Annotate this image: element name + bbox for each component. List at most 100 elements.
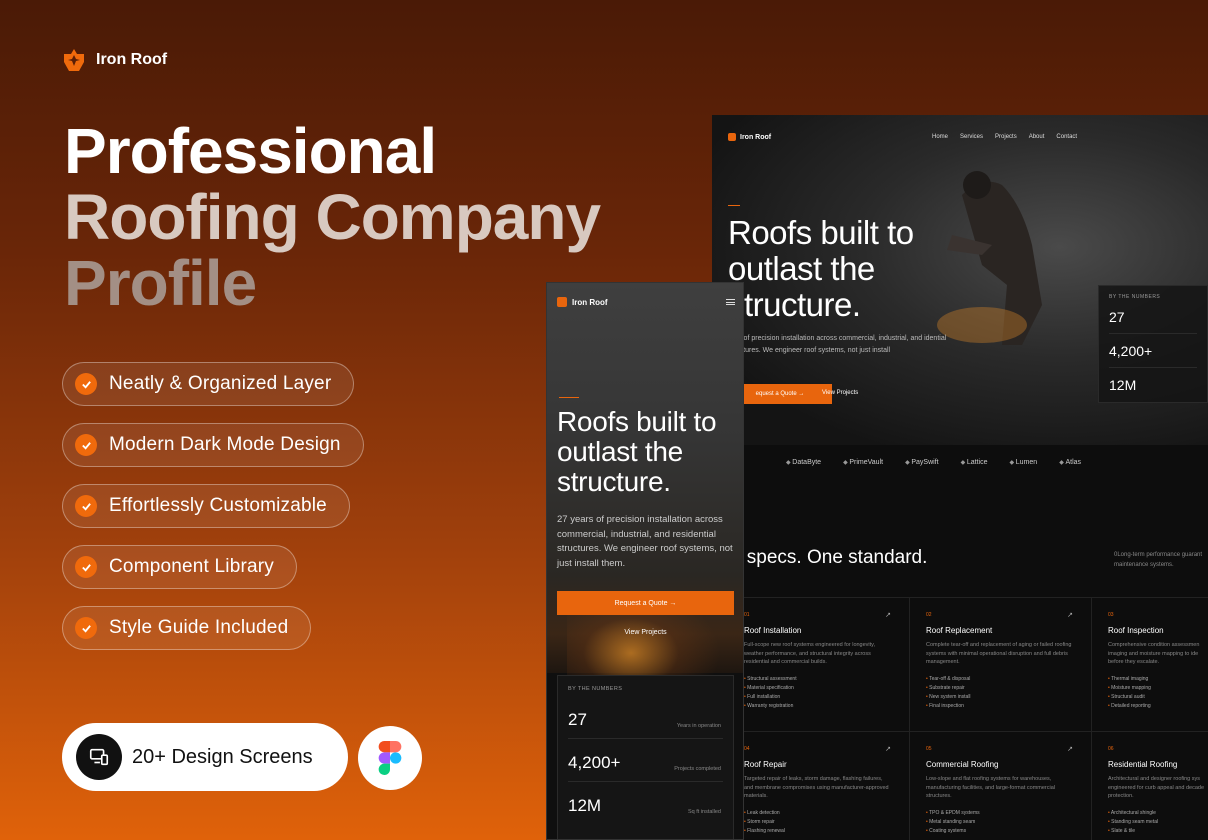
card-title: Roof Installation <box>744 626 802 635</box>
view-projects-link[interactable]: View Projects <box>822 390 858 396</box>
hamburger-menu-icon[interactable] <box>726 299 735 305</box>
card-desc: Full-scope new roof systems engineered f… <box>744 642 876 665</box>
card-list-item: Final inspection <box>926 702 1075 711</box>
check-icon <box>75 617 97 639</box>
card-list-item: Structural assessment <box>744 675 893 684</box>
service-card[interactable]: 02 ↗ Roof Replacement Complete tear-off … <box>910 598 1092 732</box>
desktop-headline: Roofs built to outlast the structure. <box>728 215 914 323</box>
card-desc: Comprehensive condition assessmen imagin… <box>1108 642 1200 665</box>
stat-row: 27 Years in operation <box>568 696 723 739</box>
card-list-item: Tear-off & disposal <box>926 675 1075 684</box>
desktop-nav-links: Home Services Projects About Contact <box>932 134 1077 140</box>
feature-label: Neatly & Organized Layer <box>109 373 332 394</box>
card-list: Structural assessment Material specifica… <box>744 675 893 711</box>
card-list-item: Storm repair <box>744 818 893 827</box>
card-list-item: Structural audit <box>1108 693 1208 702</box>
card-desc: Architectural and designer roofing sys e… <box>1108 776 1205 799</box>
check-icon <box>75 495 97 517</box>
card-list-item: Substrate repair <box>926 684 1075 693</box>
arrow-up-right-icon: ↗ <box>1067 746 1073 753</box>
desktop-stats-panel: BY THE NUMBERS 27 4,200+ 12M <box>1098 285 1208 403</box>
card-list: Tear-off & disposal Substrate repair New… <box>926 675 1075 711</box>
desktop-nav: Iron Roof Home Services Projects About C… <box>728 127 1208 147</box>
devices-icon <box>76 734 122 780</box>
check-icon <box>75 373 97 395</box>
card-list-item: New system install <box>926 693 1075 702</box>
stat-label: Projects completed <box>674 766 721 772</box>
desktop-eyebrow <box>728 197 838 207</box>
mobile-logo[interactable]: Iron Roof <box>557 297 608 307</box>
feature-pill: Neatly & Organized Layer <box>62 362 355 406</box>
nav-services[interactable]: Services <box>960 134 983 140</box>
card-list-item: Thermal imaging <box>1108 675 1208 684</box>
card-list: Thermal imaging Moisture mapping Structu… <box>1108 675 1208 711</box>
mobile-eyebrow <box>559 389 699 399</box>
card-number: 04 <box>744 746 750 752</box>
card-desc: Low-slope and flat roofing systems for w… <box>926 776 1055 799</box>
stat-value: 27 <box>568 710 587 729</box>
headline-line: structure. <box>557 466 671 497</box>
card-list-item: Standing seam metal <box>1108 818 1208 827</box>
service-card[interactable]: 03 Roof Inspection Comprehensive conditi… <box>1092 598 1208 732</box>
card-list: Architectural shingle Standing seam meta… <box>1108 809 1208 836</box>
card-list-item: Flashing renewal <box>744 827 893 836</box>
mobile-request-quote-button[interactable]: Request a Quote → <box>557 591 734 615</box>
design-screens-badge: 20+ Design Screens <box>62 723 348 791</box>
headline-line: Roofs built to <box>728 214 914 251</box>
nav-home[interactable]: Home <box>932 134 948 140</box>
stat-row: 4,200+ Projects completed <box>568 739 723 782</box>
stat-value: 12M <box>568 796 602 815</box>
desktop-mockup: Iron Roof Home Services Projects About C… <box>712 115 1208 840</box>
logo-payswift: PaySwift <box>905 459 938 466</box>
card-number: 06 <box>1108 746 1114 752</box>
desktop-brand-name: Iron Roof <box>740 133 772 141</box>
specs-side-text: 0Long-term performance guarant maintenan… <box>1114 552 1203 568</box>
logo-mark-icon <box>728 133 736 141</box>
client-logos: DataByte PrimeVault PaySwift Lattice Lum… <box>712 451 1208 473</box>
title-line-1: Professional <box>64 115 437 187</box>
card-list: TPO & EPDM systems Metal standing seam C… <box>926 809 1075 836</box>
card-title: Residential Roofing <box>1108 760 1178 769</box>
card-list-item: Material specification <box>744 684 893 693</box>
logo-atlas: Atlas <box>1059 459 1081 466</box>
worker-image <box>937 171 1042 345</box>
card-title: Commercial Roofing <box>926 760 999 769</box>
service-card[interactable]: 01 ↗ Roof Installation Full-scope new ro… <box>728 598 910 732</box>
nav-contact[interactable]: Contact <box>1056 134 1077 140</box>
specs-title: x specs. One standard. <box>732 547 928 568</box>
card-list-item: Architectural shingle <box>1108 809 1208 818</box>
card-list: Leak detection Storm repair Flashing ren… <box>744 809 893 836</box>
nav-about[interactable]: About <box>1029 134 1045 140</box>
mobile-view-projects-link[interactable]: View Projects <box>557 629 734 636</box>
service-card[interactable]: 05 ↗ Commercial Roofing Low-slope and fl… <box>910 732 1092 840</box>
feature-pill: Effortlessly Customizable <box>62 484 350 528</box>
stat-label: Sq ft installed <box>687 809 721 815</box>
stat-row: 12M Sq ft installed <box>568 782 723 825</box>
arrow-up-right-icon: ↗ <box>885 746 891 753</box>
desktop-subtext: ears of precision installation across co… <box>728 335 947 354</box>
headline-line: outlast the <box>728 250 875 287</box>
services-grid: 01 ↗ Roof Installation Full-scope new ro… <box>712 597 1208 840</box>
card-list-item: Moisture mapping <box>1108 684 1208 693</box>
service-card[interactable]: 04 ↗ Roof Repair Targeted repair of leak… <box>728 732 910 840</box>
logo-databyte: DataByte <box>786 459 821 466</box>
mobile-stats-panel: BY THE NUMBERS 27 Years in operation 4,2… <box>557 675 734 839</box>
check-icon <box>75 556 97 578</box>
headline-line: structure. <box>728 286 861 323</box>
card-title: Roof Repair <box>744 760 787 769</box>
logo-lattice: Lattice <box>961 459 988 466</box>
card-list-item: Warranty registration <box>744 702 893 711</box>
desktop-logo[interactable]: Iron Roof <box>728 133 771 141</box>
feature-label: Style Guide Included <box>109 617 289 638</box>
feature-list: Neatly & Organized Layer Modern Dark Mod… <box>62 362 364 667</box>
logo-lumen: Lumen <box>1010 459 1037 466</box>
card-list-item: TPO & EPDM systems <box>926 809 1075 818</box>
card-desc: Complete tear-off and replacement of agi… <box>926 642 1072 665</box>
service-card[interactable]: 06 Residential Roofing Architectural and… <box>1092 732 1208 840</box>
card-number: 03 <box>1108 612 1114 618</box>
figma-icon <box>378 741 402 775</box>
mobile-nav: Iron Roof <box>557 297 735 307</box>
feature-pill: Component Library <box>62 545 297 589</box>
nav-projects[interactable]: Projects <box>995 134 1017 140</box>
check-icon <box>75 434 97 456</box>
